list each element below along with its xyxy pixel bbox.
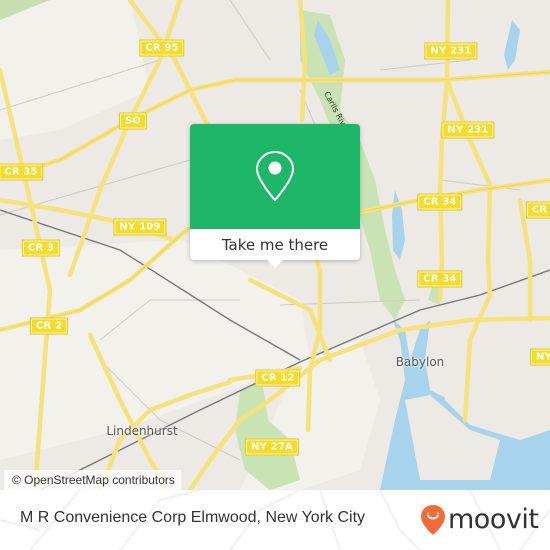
route-shield-cr2: CR 2 bbox=[29, 317, 69, 335]
moovit-pin-icon bbox=[421, 505, 445, 535]
route-shield-ny231-south: NY 231 bbox=[441, 121, 495, 139]
popup-header bbox=[190, 124, 360, 229]
route-shield-cr34-south: CR 34 bbox=[417, 270, 463, 288]
moovit-wordmark: moovit bbox=[448, 504, 539, 535]
route-shield-ny27a: NY 27A bbox=[245, 438, 299, 456]
route-shield-so: SO bbox=[118, 112, 148, 130]
route-shield-ny-east: NY bbox=[529, 348, 550, 366]
moovit-logo[interactable]: moovit bbox=[420, 504, 539, 536]
take-me-there-button[interactable]: Take me there bbox=[190, 229, 360, 260]
footer-bar: M R Convenience Corp Elmwood, New York C… bbox=[0, 490, 550, 550]
location-pin-icon bbox=[255, 150, 295, 201]
location-title: M R Convenience Corp Elmwood, New York C… bbox=[20, 509, 366, 526]
popup-pointer bbox=[266, 259, 284, 268]
route-shield-cr8: CR 8 bbox=[525, 201, 550, 219]
map-attribution[interactable]: © OpenStreetMap contributors bbox=[4, 470, 181, 490]
route-shield-cr34-north: CR 34 bbox=[417, 193, 463, 211]
route-shield-ny109: NY 109 bbox=[113, 218, 167, 236]
map[interactable]: CR 95 SO CR 35 NY 109 CR 3 CR 2 NY 231 N… bbox=[0, 0, 550, 490]
place-label-lindenhurst: Lindenhurst bbox=[106, 424, 178, 438]
route-shield-cr35: CR 35 bbox=[0, 163, 44, 181]
location-popup: Take me there bbox=[190, 124, 360, 268]
route-shield-cr95: CR 95 bbox=[139, 39, 185, 57]
route-shield-cr12: CR 12 bbox=[255, 369, 301, 387]
route-shield-ny231-north: NY 231 bbox=[424, 42, 478, 60]
route-shield-cr3: CR 3 bbox=[21, 239, 61, 257]
place-label-babylon: Babylon bbox=[395, 355, 445, 369]
